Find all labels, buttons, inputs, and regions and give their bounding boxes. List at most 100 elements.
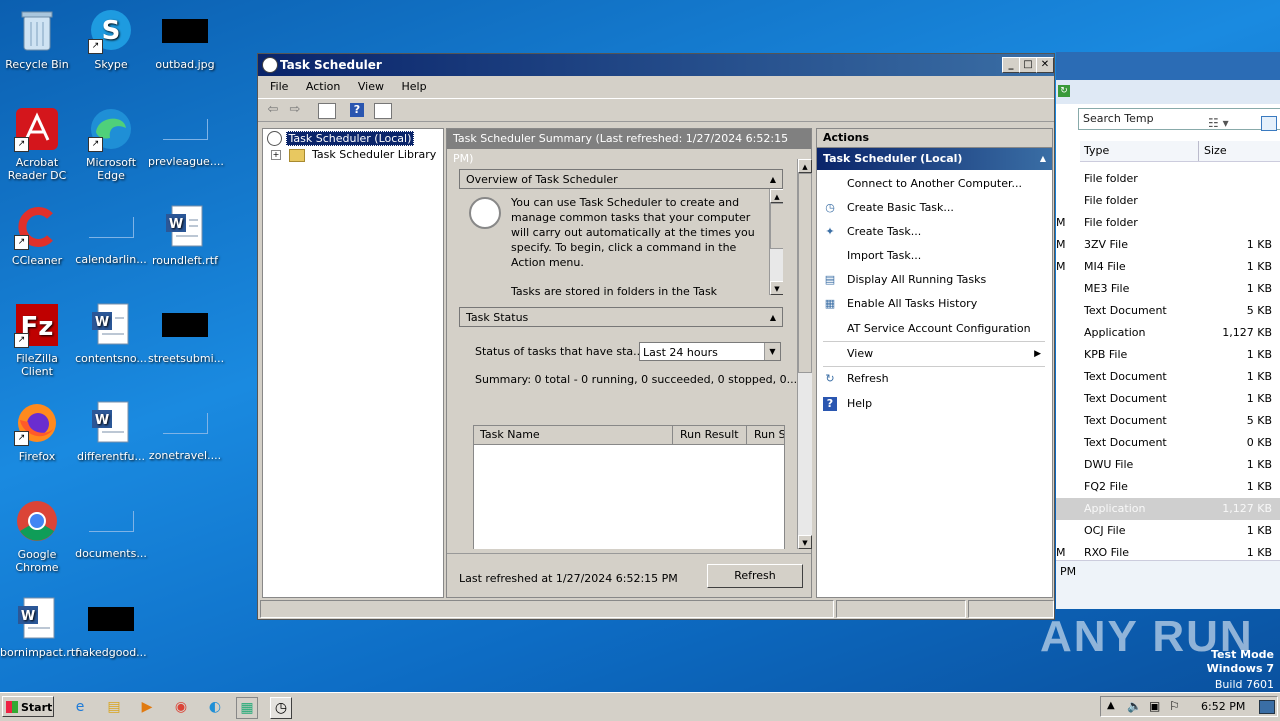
- file-row[interactable]: DWU File 1 KB: [1056, 454, 1280, 476]
- file-row[interactable]: M File folder: [1056, 212, 1280, 234]
- desktop-icon-streetsubmi[interactable]: streetsubmi...: [148, 302, 224, 365]
- title-bar[interactable]: Task Scheduler _ □ ✕: [258, 54, 1054, 76]
- desktop-icon-skype[interactable]: S ↗ Skype: [74, 8, 148, 71]
- overview-header[interactable]: Overview of Task Scheduler ▲: [459, 169, 783, 189]
- column-size[interactable]: Size: [1204, 144, 1227, 157]
- action-item[interactable]: ↻ Refresh: [817, 368, 1049, 390]
- action-item[interactable]: View ▶: [817, 343, 1049, 365]
- show-hide-action-pane-icon[interactable]: [374, 103, 392, 119]
- status-filter-select[interactable]: Last 24 hours ▼: [639, 342, 781, 361]
- start-button[interactable]: Start: [2, 696, 54, 717]
- clock-text[interactable]: 6:52 PM: [1201, 700, 1245, 713]
- file-row[interactable]: Text Document 5 KB: [1056, 410, 1280, 432]
- column-task-name[interactable]: Task Name: [480, 428, 540, 441]
- collapse-icon[interactable]: ▲: [770, 170, 776, 190]
- scroll-thumb[interactable]: [770, 203, 783, 249]
- file-row[interactable]: KPB File 1 KB: [1056, 344, 1280, 366]
- action-center-flag-icon[interactable]: ⚐: [1169, 699, 1180, 713]
- show-hide-console-tree-icon[interactable]: [318, 103, 336, 119]
- media-player-icon[interactable]: ▶: [137, 697, 157, 717]
- menu-action[interactable]: Action: [306, 80, 340, 93]
- scroll-up-icon[interactable]: ▲: [798, 159, 812, 173]
- file-row[interactable]: ME3 File 1 KB: [1056, 278, 1280, 300]
- action-item[interactable]: ▤ Display All Running Tasks: [817, 269, 1049, 291]
- desktop-icon-chrome[interactable]: Google Chrome: [0, 498, 74, 574]
- summary-scrollbar[interactable]: ▲ ▼: [797, 159, 812, 549]
- menu-file[interactable]: File: [270, 80, 288, 93]
- desktop-icon-firefox[interactable]: ↗ Firefox: [0, 400, 74, 463]
- search-input[interactable]: Search Temp: [1078, 108, 1280, 130]
- scroll-down-icon[interactable]: ▼: [770, 281, 783, 295]
- menu-help[interactable]: Help: [401, 80, 426, 93]
- show-desktop-icon[interactable]: [1259, 700, 1275, 714]
- network-icon[interactable]: ▣: [1149, 699, 1160, 713]
- desktop-icon-bornimpact[interactable]: W bornimpact.rtf: [0, 596, 79, 659]
- volume-icon[interactable]: 🔈: [1127, 699, 1142, 713]
- desktop-icon-nakedgood[interactable]: nakedgood...: [74, 596, 148, 659]
- file-row[interactable]: File folder: [1056, 168, 1280, 190]
- file-row[interactable]: File folder: [1056, 190, 1280, 212]
- action-item[interactable]: Import Task...: [817, 245, 1049, 267]
- task-status-header[interactable]: Task Status ▲: [459, 307, 783, 327]
- desktop-icon-zonetravel[interactable]: zonetravel....: [148, 400, 222, 462]
- column-run-start[interactable]: Run S: [754, 428, 784, 441]
- task-manager-icon[interactable]: ▦: [236, 697, 258, 719]
- desktop-icon-recycle-bin[interactable]: Recycle Bin: [0, 8, 74, 71]
- column-run-result[interactable]: Run Result: [680, 428, 739, 441]
- desktop-icon-roundleft[interactable]: W roundleft.rtf: [148, 204, 222, 267]
- desktop-icon-edge[interactable]: ↗ Microsoft Edge: [74, 106, 148, 182]
- collapse-icon[interactable]: ▲: [1040, 148, 1046, 170]
- view-options-icon[interactable]: ☷ ▾: [1208, 116, 1229, 130]
- chevron-down-icon[interactable]: ▼: [764, 343, 780, 360]
- minimize-button[interactable]: _: [1002, 57, 1020, 73]
- desktop-icon-acrobat[interactable]: ↗ Acrobat Reader DC: [0, 106, 74, 182]
- action-item[interactable]: Connect to Another Computer...: [817, 173, 1049, 195]
- help-icon[interactable]: ?: [350, 103, 364, 117]
- back-arrow-icon[interactable]: ⇦: [264, 102, 282, 118]
- file-row[interactable]: Text Document 0 KB: [1056, 432, 1280, 454]
- internet-explorer-icon[interactable]: e: [70, 697, 90, 717]
- file-row[interactable]: Text Document 1 KB: [1056, 388, 1280, 410]
- desktop-icon-documents[interactable]: documents...: [74, 498, 148, 560]
- desktop-icon-outbad[interactable]: outbad.jpg: [148, 8, 222, 71]
- scroll-thumb[interactable]: [798, 173, 812, 373]
- tree-item-task-scheduler-local[interactable]: Task Scheduler (Local): [267, 130, 415, 146]
- file-row[interactable]: Text Document 1 KB: [1056, 366, 1280, 388]
- maximize-button[interactable]: □: [1019, 57, 1037, 73]
- action-item[interactable]: AT Service Account Configuration: [817, 318, 1049, 340]
- refresh-icon[interactable]: ↻: [1058, 85, 1070, 97]
- scroll-down-icon[interactable]: ▼: [798, 535, 812, 549]
- close-button[interactable]: ✕: [1036, 57, 1054, 73]
- file-row[interactable]: M 3ZV File 1 KB: [1056, 234, 1280, 256]
- menu-view[interactable]: View: [358, 80, 384, 93]
- preview-pane-icon[interactable]: [1261, 116, 1277, 131]
- file-explorer-icon[interactable]: ▤: [104, 697, 124, 717]
- edge-icon[interactable]: ◐: [205, 697, 225, 717]
- action-item[interactable]: ? Help: [817, 393, 1049, 415]
- chrome-icon[interactable]: ◉: [171, 697, 191, 717]
- file-row[interactable]: FQ2 File 1 KB: [1056, 476, 1280, 498]
- forward-arrow-icon[interactable]: ⇨: [286, 102, 304, 118]
- task-scheduler-taskbar-icon[interactable]: ◷: [270, 697, 292, 719]
- actions-subheading[interactable]: Task Scheduler (Local) ▲: [817, 148, 1052, 170]
- scroll-up-icon[interactable]: ▲: [770, 189, 783, 203]
- file-row[interactable]: Application 1,127 KB: [1056, 498, 1280, 520]
- column-type[interactable]: Type: [1084, 144, 1109, 157]
- tree-item-task-scheduler-library[interactable]: + Task Scheduler Library: [271, 148, 436, 162]
- desktop-icon-contentsno[interactable]: W contentsno...: [74, 302, 148, 365]
- action-item[interactable]: ✦ Create Task...: [817, 221, 1049, 243]
- action-item[interactable]: ▦ Enable All Tasks History: [817, 293, 1049, 315]
- desktop-icon-filezilla[interactable]: Fz ↗ FileZilla Client: [0, 302, 74, 378]
- file-row[interactable]: Text Document 5 KB: [1056, 300, 1280, 322]
- desktop-icon-calendarlin[interactable]: calendarlin...: [74, 204, 148, 266]
- file-row[interactable]: OCJ File 1 KB: [1056, 520, 1280, 542]
- file-row[interactable]: M MI4 File 1 KB: [1056, 256, 1280, 278]
- file-row[interactable]: Application 1,127 KB: [1056, 322, 1280, 344]
- show-hidden-icons-icon[interactable]: ▲: [1107, 700, 1115, 711]
- overview-scrollbar[interactable]: ▲ ▼: [769, 189, 783, 295]
- desktop-icon-differentfu[interactable]: W differentfu...: [74, 400, 148, 463]
- desktop-icon-prevleague[interactable]: prevleague....: [148, 106, 224, 168]
- collapse-icon[interactable]: ▲: [770, 308, 776, 328]
- expand-icon[interactable]: +: [271, 150, 281, 160]
- refresh-button[interactable]: Refresh: [707, 564, 803, 588]
